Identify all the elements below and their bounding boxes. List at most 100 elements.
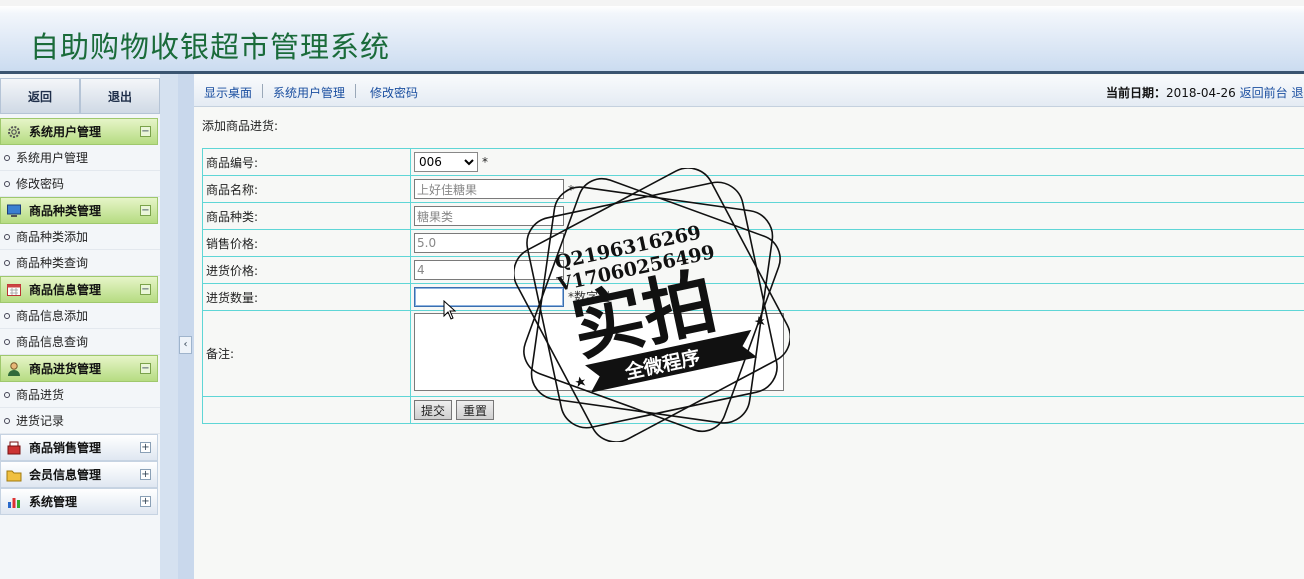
back-to-frontend-link[interactable]: 返回前台 xyxy=(1240,86,1288,100)
sidebar-group-purchase[interactable]: 商品进货管理 − xyxy=(0,355,158,382)
purchase-form: 商品编号: 006 * 商品名称: * 商品种类: 销售价格: 进货价格: 进货数… xyxy=(202,148,1304,424)
bullet-icon xyxy=(4,154,10,161)
current-date: 当前日期：2018-04-26 返回前台 退出 xyxy=(1106,84,1304,101)
gear-icon xyxy=(5,124,23,140)
sidebar: 返回 退出 系统用户管理 − 系统用户管理 修改密码 商品种类管理 − 商品种类… xyxy=(0,74,160,579)
back-button[interactable]: 返回 xyxy=(0,78,80,114)
sidebar-group-label: 系统管理 xyxy=(29,495,78,509)
sidebar-item-product-query[interactable]: 商品信息查询 xyxy=(0,329,160,355)
page-title: 添加商品进货: xyxy=(202,119,279,133)
collapse-icon[interactable]: − xyxy=(140,284,151,295)
field-cell: *数字型 xyxy=(410,283,1304,311)
reset-button[interactable]: 重置 xyxy=(456,400,495,420)
splitter-bar[interactable] xyxy=(178,74,194,579)
nav-link-system-users[interactable]: 系统用户管理 xyxy=(273,84,345,101)
bullet-icon xyxy=(4,180,10,187)
bullet-icon xyxy=(4,233,10,240)
remark-textarea[interactable] xyxy=(414,313,784,391)
bullet-icon xyxy=(4,338,10,345)
field-cell: * xyxy=(410,175,1304,203)
sidebar-group-product-info[interactable]: 商品信息管理 − xyxy=(0,276,158,303)
bullet-icon xyxy=(4,259,10,266)
field-cell: 006 * xyxy=(410,148,1304,176)
sidebar-group-label: 系统用户管理 xyxy=(29,125,102,139)
form-row: 销售价格: xyxy=(202,229,1304,257)
field-label: 销售价格: xyxy=(202,229,411,257)
product-category-input[interactable] xyxy=(414,206,564,226)
collapse-icon[interactable]: − xyxy=(140,205,151,216)
sidebar-group-system[interactable]: 系统管理 + xyxy=(0,488,158,515)
sidebar-item-purchase[interactable]: 商品进货 xyxy=(0,382,160,408)
collapse-sidebar-icon[interactable]: ‹ xyxy=(179,336,192,354)
field-cell xyxy=(410,202,1304,230)
sidebar-group-sales[interactable]: 商品销售管理 + xyxy=(0,434,158,461)
mouse-cursor-icon xyxy=(443,300,457,320)
nav-separator xyxy=(355,84,356,98)
logout-button[interactable]: 退出 xyxy=(80,78,160,114)
form-row: 商品编号: 006 * xyxy=(202,148,1304,176)
expand-icon[interactable]: + xyxy=(140,469,151,480)
sidebar-gap xyxy=(160,74,178,579)
sidebar-group-members[interactable]: 会员信息管理 + xyxy=(0,461,158,488)
form-row: 商品名称: * xyxy=(202,175,1304,203)
purchase-price-input[interactable] xyxy=(414,260,564,280)
sidebar-item-label: 修改密码 xyxy=(16,177,65,191)
field-label: 进货价格: xyxy=(202,256,411,284)
sidebar-item-category-query[interactable]: 商品种类查询 xyxy=(0,250,160,276)
app-title: 自助购物收银超市管理系统 xyxy=(30,30,391,64)
collapse-icon[interactable]: − xyxy=(140,363,151,374)
sidebar-item-category-add[interactable]: 商品种类添加 xyxy=(0,224,160,250)
field-label-empty xyxy=(202,396,411,424)
field-cell xyxy=(410,310,1304,397)
sidebar-group-label: 商品信息管理 xyxy=(29,283,102,297)
sidebar-group-label: 会员信息管理 xyxy=(29,468,102,482)
date-prefix: 当前日期： xyxy=(1106,86,1167,100)
sidebar-item-label: 系统用户管理 xyxy=(16,151,89,165)
product-id-select[interactable]: 006 xyxy=(414,152,478,172)
sidebar-group-system-users[interactable]: 系统用户管理 − xyxy=(0,118,158,145)
bullet-icon xyxy=(4,391,10,398)
sidebar-item-label: 商品信息添加 xyxy=(16,309,89,323)
bar-chart-icon xyxy=(5,494,23,510)
bullet-icon xyxy=(4,417,10,424)
sidebar-item-label: 商品种类查询 xyxy=(16,256,89,270)
sidebar-item-label: 商品种类添加 xyxy=(16,230,89,244)
collapse-icon[interactable]: − xyxy=(140,126,151,137)
expand-icon[interactable]: + xyxy=(140,442,151,453)
sidebar-item-system-users[interactable]: 系统用户管理 xyxy=(0,145,160,171)
content-topnav: 显示桌面 系统用户管理 修改密码 当前日期：2018-04-26 返回前台 退出 xyxy=(194,76,1304,107)
sidebar-item-purchase-records[interactable]: 进货记录 xyxy=(0,408,160,434)
expand-icon[interactable]: + xyxy=(140,496,151,507)
product-name-input[interactable] xyxy=(414,179,564,199)
sale-price-input[interactable] xyxy=(414,233,564,253)
field-hint: *数字型 xyxy=(568,290,611,304)
nav-link-change-password[interactable]: 修改密码 xyxy=(370,84,418,101)
folder-icon xyxy=(5,467,23,483)
date-value: 2018-04-26 xyxy=(1166,86,1236,100)
sidebar-item-change-password[interactable]: 修改密码 xyxy=(0,171,160,197)
form-row: 进货价格: xyxy=(202,256,1304,284)
sidebar-group-category[interactable]: 商品种类管理 − xyxy=(0,197,158,224)
submit-button[interactable]: 提交 xyxy=(414,400,453,420)
purchase-qty-input[interactable] xyxy=(414,287,564,307)
logout-link[interactable]: 退出 xyxy=(1291,86,1304,100)
required-mark: * xyxy=(568,182,574,197)
form-row: 商品种类: xyxy=(202,202,1304,230)
form-row: 备注: xyxy=(202,310,1304,397)
monitor-icon xyxy=(5,203,23,219)
sidebar-item-label: 商品信息查询 xyxy=(16,335,89,349)
field-label: 商品编号: xyxy=(202,148,411,176)
field-cell xyxy=(410,229,1304,257)
calendar-icon xyxy=(5,282,23,298)
nav-link-show-desktop[interactable]: 显示桌面 xyxy=(204,84,252,101)
field-cell xyxy=(410,256,1304,284)
field-cell: 提交 重置 xyxy=(410,396,1304,424)
sidebar-item-product-add[interactable]: 商品信息添加 xyxy=(0,303,160,329)
sidebar-group-label: 商品销售管理 xyxy=(29,441,102,455)
form-row: 提交 重置 xyxy=(202,396,1304,424)
field-label: 商品名称: xyxy=(202,175,411,203)
user-icon xyxy=(5,361,23,377)
field-label: 进货数量: xyxy=(202,283,411,311)
form-row: 进货数量: *数字型 xyxy=(202,283,1304,311)
required-mark: * xyxy=(482,155,488,169)
